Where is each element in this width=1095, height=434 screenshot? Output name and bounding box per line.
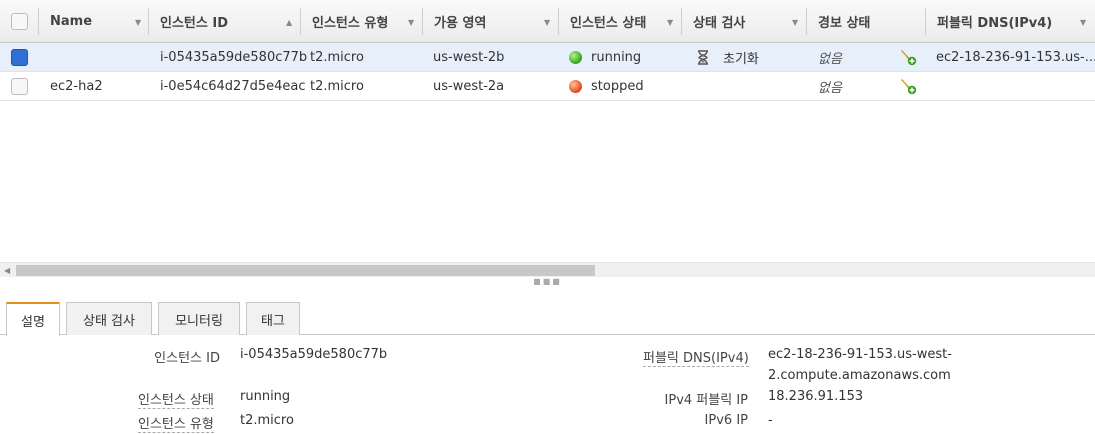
chevron-down-icon[interactable]: ▼ (408, 18, 414, 27)
column-header-public-dns[interactable]: 퍼블릭 DNS(IPv4) (925, 0, 1095, 43)
column-header-name[interactable]: Name (38, 0, 148, 43)
stopped-status-icon (569, 80, 582, 93)
instances-grid: Name ▼ 인스턴스 ID ▲ 인스턴스 유형 ▼ 가용 영역 ▼ 인스턴스 … (0, 0, 1095, 262)
tab-label: 태그 (261, 313, 285, 329)
ipv6-label: IPv6 IP (704, 413, 748, 428)
column-header-zone-label: 가용 영역 (434, 16, 487, 31)
chevron-down-icon[interactable]: ▼ (544, 18, 550, 27)
column-header-alarm-label: 경보 상태 (818, 16, 871, 31)
running-status-icon (569, 51, 582, 64)
public-dns-value-cont: 2.compute.amazonaws.com (768, 368, 951, 383)
chevron-down-icon[interactable]: ▼ (667, 18, 673, 27)
alarm-status: 없음 (818, 52, 842, 67)
chevron-down-icon[interactable]: ▼ (135, 18, 141, 27)
column-header-id-label: 인스턴스 ID (160, 16, 228, 31)
column-header-alarm-status[interactable]: 경보 상태 (806, 0, 925, 43)
instance-id: i-05435a59de580c77b (160, 50, 308, 65)
availability-zone: us-west-2a (433, 79, 505, 94)
chevron-down-icon[interactable]: ▼ (792, 18, 798, 27)
instance-type: t2.micro (310, 79, 364, 94)
horizontal-scrollbar[interactable]: ◀ (0, 262, 1095, 277)
create-alarm-icon[interactable] (899, 72, 918, 101)
tab-label: 모니터링 (175, 313, 223, 329)
select-all-checkbox[interactable] (11, 13, 28, 30)
column-header-dns-label: 퍼블릭 DNS(IPv4) (937, 16, 1053, 31)
instance-state-label: stopped (591, 79, 644, 94)
column-header-instance-id[interactable]: 인스턴스 ID (148, 0, 300, 43)
instance-state-value: running (240, 389, 291, 404)
ipv6-value: - (768, 413, 773, 428)
row-checkbox[interactable] (11, 49, 28, 66)
ipv4-value: 18.236.91.153 (768, 389, 864, 404)
availability-zone: us-west-2b (433, 50, 505, 65)
instance-type-value: t2.micro (240, 413, 294, 428)
public-dns-label: 퍼블릭 DNS(IPv4) (643, 347, 749, 367)
column-header-state-label: 인스턴스 상태 (570, 16, 647, 31)
column-header-check-label: 상태 검사 (693, 16, 746, 31)
instance-state: stopped (569, 72, 644, 101)
column-header-name-label: Name (50, 14, 93, 29)
chevron-down-icon[interactable]: ▼ (1080, 18, 1086, 27)
tab-label: 설명 (21, 314, 45, 330)
instance-id: i-0e54c64d27d5e4eac (160, 79, 306, 94)
tab-status-checks[interactable]: 상태 검사 (66, 302, 152, 335)
sort-ascending-icon[interactable]: ▲ (286, 18, 292, 27)
public-dns: ec2-18-236-91-153.us-... (936, 50, 1095, 65)
tab-tags[interactable]: 태그 (246, 302, 300, 335)
instance-name: ec2-ha2 (50, 79, 103, 94)
instance-state-label: running (591, 50, 642, 65)
instance-id-label: 인스턴스 ID (154, 351, 220, 366)
instance-state-label: 인스턴스 상태 (138, 389, 214, 409)
column-header-instance-type[interactable]: 인스턴스 유형 (300, 0, 422, 43)
public-dns-value: ec2-18-236-91-153.us-west- (768, 347, 952, 362)
grid-header: Name ▼ 인스턴스 ID ▲ 인스턴스 유형 ▼ 가용 영역 ▼ 인스턴스 … (0, 0, 1095, 43)
column-header-instance-state[interactable]: 인스턴스 상태 (558, 0, 681, 43)
tab-label: 상태 검사 (83, 313, 135, 329)
instance-type: t2.micro (310, 50, 364, 65)
instance-id-value: i-05435a59de580c77b (240, 347, 388, 362)
scrollbar-thumb[interactable] (16, 265, 595, 276)
column-header-type-label: 인스턴스 유형 (312, 16, 389, 31)
detail-tabs: 설명 상태 검사 모니터링 태그 (0, 300, 1095, 336)
status-check-label: 초기화 (723, 52, 759, 67)
tab-monitoring[interactable]: 모니터링 (158, 302, 240, 335)
panel-resize-handle[interactable]: ■■■ (0, 277, 1095, 291)
tab-description[interactable]: 설명 (6, 302, 60, 336)
column-header-status-check[interactable]: 상태 검사 (681, 0, 806, 43)
ipv4-label: IPv4 퍼블릭 IP (664, 393, 748, 408)
scroll-left-icon[interactable]: ◀ (4, 266, 10, 275)
alarm-status: 없음 (818, 81, 842, 96)
table-row[interactable]: ec2-ha2 i-0e54c64d27d5e4eac t2.micro us-… (0, 72, 1095, 101)
status-check: 초기화 (697, 43, 759, 72)
instance-type-label: 인스턴스 유형 (138, 413, 214, 433)
hourglass-icon (698, 50, 708, 65)
row-checkbox[interactable] (11, 78, 28, 95)
create-alarm-icon[interactable] (899, 43, 918, 72)
column-header-availability-zone[interactable]: 가용 영역 (422, 0, 558, 43)
table-row[interactable]: i-05435a59de580c77b t2.micro us-west-2b … (0, 43, 1095, 72)
instance-state: running (569, 43, 641, 72)
